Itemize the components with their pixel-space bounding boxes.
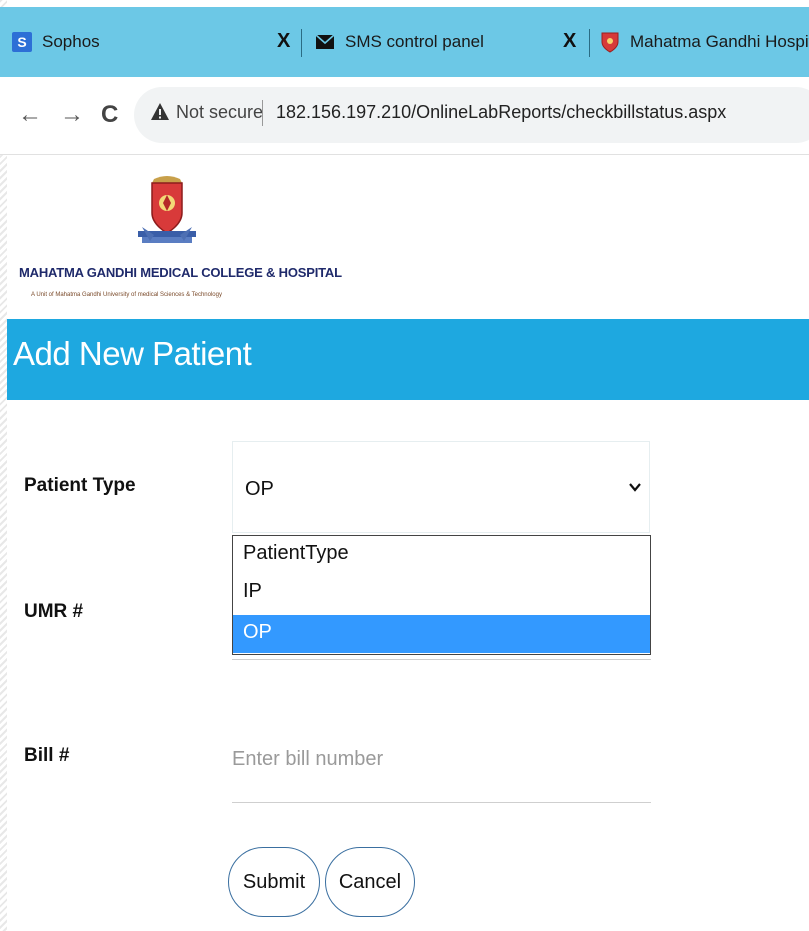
patient-type-label: Patient Type: [24, 475, 136, 496]
college-crest-logo: [138, 176, 196, 243]
option-op[interactable]: OP: [233, 615, 650, 653]
bill-input-underline: [232, 802, 651, 803]
reload-icon[interactable]: C: [101, 101, 118, 129]
patient-type-select[interactable]: OP: [232, 441, 650, 533]
tab-divider: [301, 29, 302, 57]
address-bar: ← → C Not secure 182.156.197.210/OnlineL…: [0, 77, 809, 155]
tab-sms-control-panel[interactable]: SMS control panel X: [315, 7, 587, 77]
security-status[interactable]: Not secure: [176, 102, 263, 123]
sophos-favicon-icon: S: [12, 32, 32, 52]
tab-title: Sophos: [42, 32, 100, 51]
patient-type-dropdown: PatientType IP OP: [232, 535, 651, 655]
bill-label: Bill #: [24, 745, 70, 766]
warning-icon: [151, 103, 169, 120]
forward-arrow-icon[interactable]: →: [60, 101, 84, 129]
tab-title: Mahatma Gandhi Hospital: [630, 32, 809, 51]
chevron-down-icon: [629, 476, 641, 497]
close-tab-icon[interactable]: X: [563, 30, 576, 53]
tab-bar: S Sophos X SMS control panel X Mahatma G…: [0, 7, 809, 77]
umr-label: UMR #: [24, 601, 84, 622]
cancel-button[interactable]: Cancel: [325, 847, 415, 917]
tab-divider: [589, 29, 590, 57]
page-header: Add New Patient: [7, 319, 809, 400]
college-name: MAHATMA GANDHI MEDICAL COLLEGE & HOSPITA…: [19, 265, 342, 280]
submit-button[interactable]: Submit: [228, 847, 320, 917]
mail-icon: [315, 32, 335, 52]
umr-input-underline[interactable]: [232, 659, 651, 660]
url-divider: [262, 100, 263, 126]
url-text[interactable]: 182.156.197.210/OnlineLabReports/checkbi…: [276, 102, 726, 123]
back-arrow-icon[interactable]: ←: [18, 101, 42, 129]
option-patienttype[interactable]: PatientType: [233, 536, 650, 574]
url-box[interactable]: Not secure 182.156.197.210/OnlineLabRepo…: [134, 87, 809, 143]
option-ip[interactable]: IP: [233, 574, 650, 612]
tab-sophos[interactable]: S Sophos X: [12, 7, 302, 77]
page-title: Add New Patient: [13, 335, 252, 372]
patient-type-value: OP: [245, 478, 274, 500]
tab-title: SMS control panel: [345, 32, 484, 51]
bill-number-input[interactable]: [232, 741, 650, 777]
tab-mahatma-gandhi-hospital[interactable]: Mahatma Gandhi Hospital: [600, 7, 809, 77]
hospital-crest-icon: [600, 32, 620, 53]
college-tagline: A Unit of Mahatma Gandhi University of m…: [31, 292, 222, 298]
close-tab-icon[interactable]: X: [277, 30, 290, 53]
